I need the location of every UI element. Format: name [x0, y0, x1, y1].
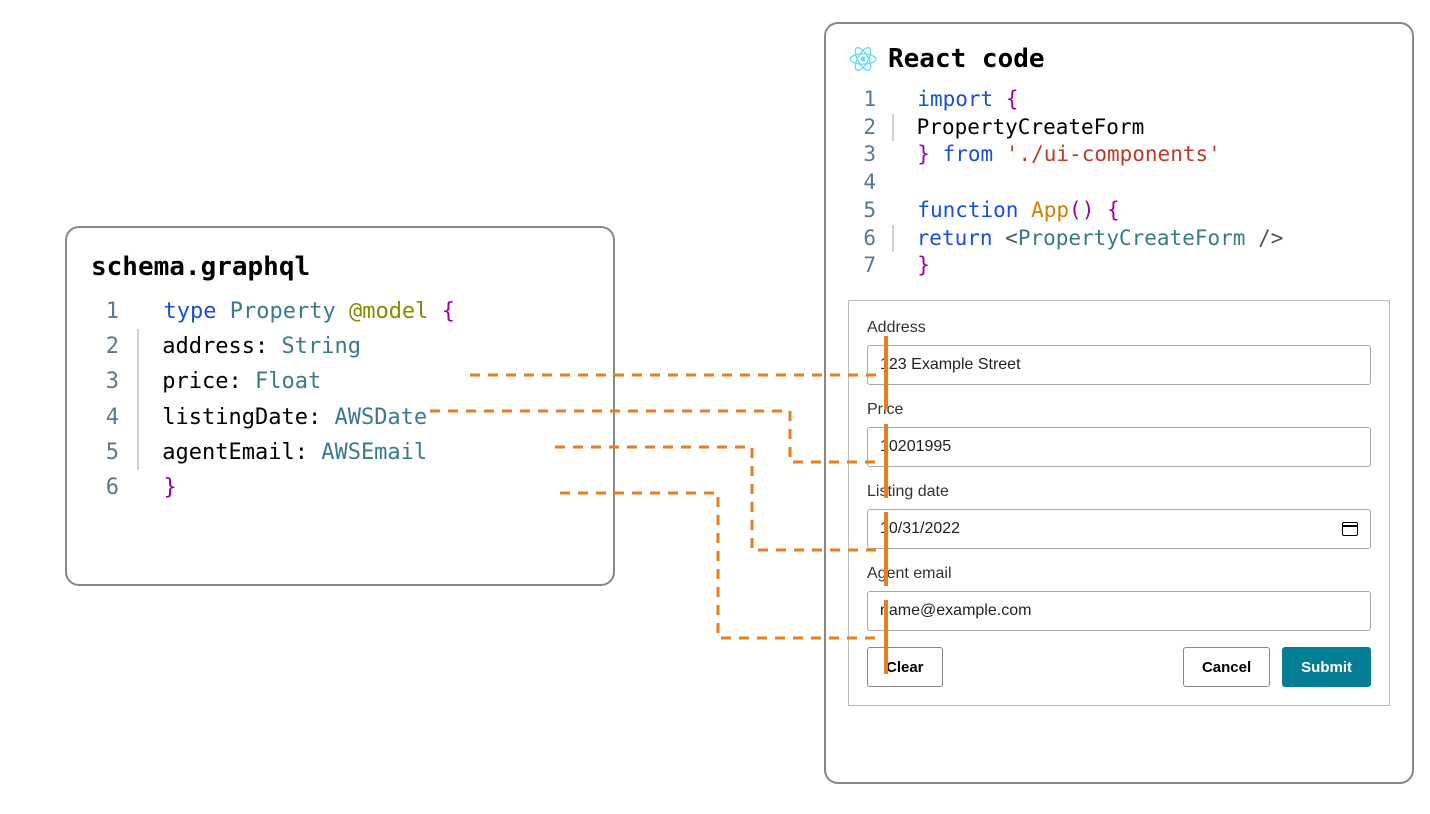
- line-number: 6: [91, 470, 137, 505]
- agent-email-label: Agent email: [867, 565, 1371, 583]
- line-number: 4: [91, 400, 137, 435]
- line-number: 1: [91, 294, 137, 329]
- line-number: 2: [91, 329, 137, 364]
- line-number: 3: [91, 364, 137, 399]
- schema-title: schema.graphql: [91, 252, 589, 282]
- property-create-form: Address 123 Example Street Price 1020199…: [848, 300, 1390, 706]
- listing-date-input[interactable]: 10/31/2022: [867, 509, 1371, 549]
- line-number: 1: [848, 86, 892, 114]
- line-number: 6: [848, 225, 892, 253]
- line-number: 2: [848, 114, 892, 142]
- react-panel: React code 1 import { 2 PropertyCreateFo…: [824, 22, 1414, 784]
- button-row: Clear Cancel Submit: [867, 647, 1371, 687]
- line-number: 7: [848, 252, 892, 280]
- listing-date-label: Listing date: [867, 483, 1371, 501]
- schema-panel: schema.graphql 1 type Property @model { …: [65, 226, 615, 586]
- cancel-button[interactable]: Cancel: [1183, 647, 1270, 687]
- react-title: React code: [888, 44, 1045, 74]
- submit-button[interactable]: Submit: [1282, 647, 1371, 687]
- clear-button[interactable]: Clear: [867, 647, 943, 687]
- agent-email-input[interactable]: name@example.com: [867, 591, 1371, 631]
- address-label: Address: [867, 319, 1371, 337]
- address-input[interactable]: 123 Example Street: [867, 345, 1371, 385]
- line-number: 4: [848, 169, 892, 197]
- line-number: 5: [848, 197, 892, 225]
- calendar-icon[interactable]: [1342, 522, 1358, 536]
- react-icon: [848, 45, 878, 73]
- react-code: 1 import { 2 PropertyCreateForm 3 } from…: [848, 86, 1390, 280]
- price-input[interactable]: 10201995: [867, 427, 1371, 467]
- react-title-row: React code: [848, 44, 1390, 74]
- schema-code: 1 type Property @model { 2 address: Stri…: [91, 294, 589, 505]
- price-label: Price: [867, 401, 1371, 419]
- line-number: 5: [91, 435, 137, 470]
- line-number: 3: [848, 141, 892, 169]
